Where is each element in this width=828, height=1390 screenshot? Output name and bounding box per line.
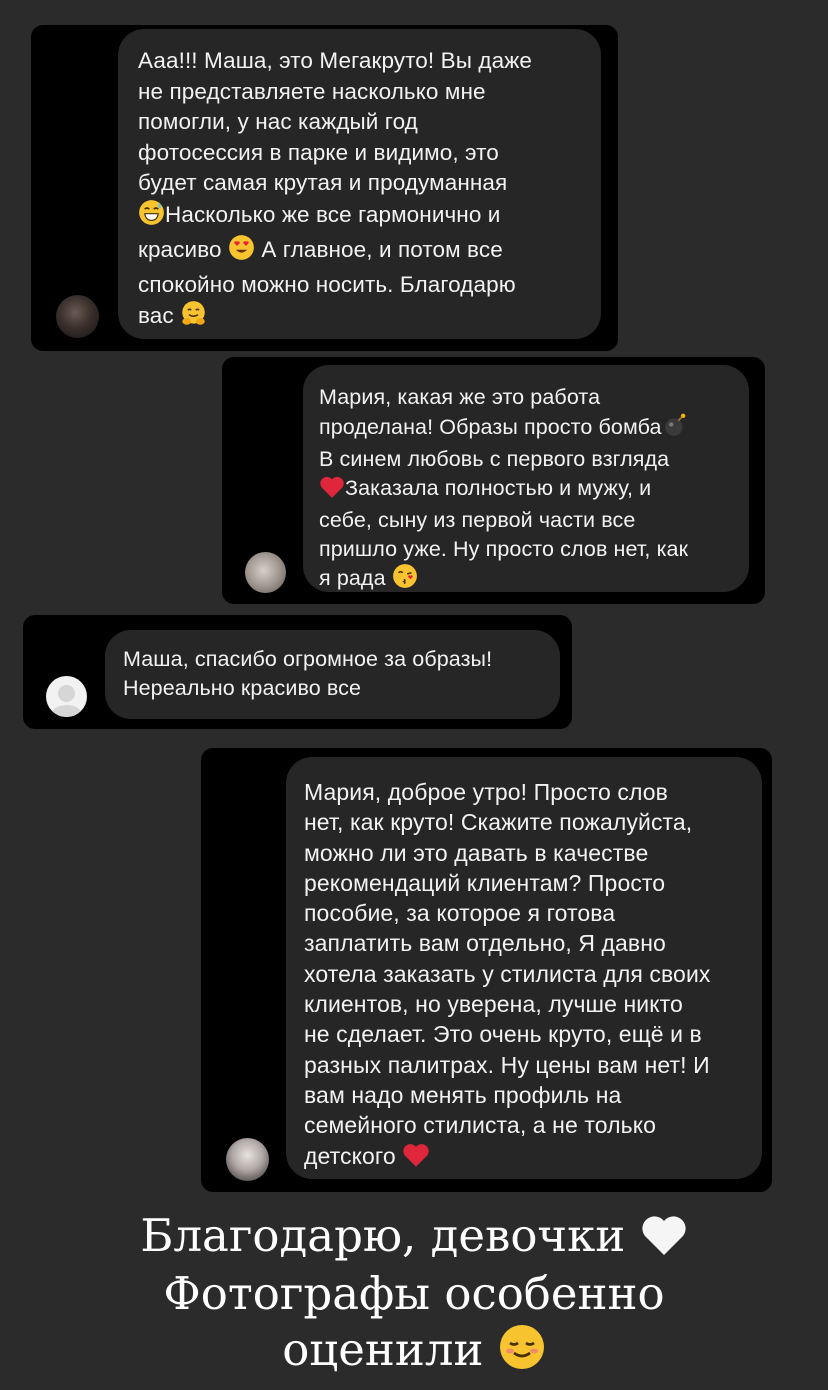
- message-text-line: не представляете насколько мне: [138, 78, 486, 104]
- bomb-emoji: [662, 412, 688, 446]
- story-caption-line-1: Благодарю, девочки: [0, 1208, 828, 1270]
- message-bubble: Мария, какая же это работа проделана! Об…: [303, 365, 749, 592]
- message-text-line: Маша, спасибо огромное за образы!: [123, 647, 493, 671]
- message-text-line: можно ли это давать в качестве: [304, 839, 649, 866]
- story-caption-line-2: Фотографы особенно: [0, 1266, 828, 1322]
- story-caption-line-3: оценили: [0, 1322, 828, 1384]
- message-text-line: Нереально красиво все: [123, 676, 362, 700]
- red-heart-emoji: [319, 475, 345, 507]
- sender-avatar: [56, 295, 99, 338]
- message-text-line: спокойно можно носить. Благодарю: [138, 271, 516, 297]
- message-screenshot-2: Мария, какая же это работа проделана! Об…: [222, 357, 765, 604]
- message-text-line: Мария, доброе утро! Просто слов: [304, 779, 668, 805]
- caption-text: Фотографы особенно: [163, 1267, 665, 1320]
- message-text-line: проделана! Образы просто бомба: [319, 414, 662, 439]
- message-bubble: Маша, спасибо огромное за образы! Нереал…: [105, 630, 560, 719]
- red-heart-emoji: [402, 1142, 430, 1175]
- sender-avatar: [226, 1138, 269, 1181]
- kiss-emoji: [392, 563, 418, 597]
- sender-avatar: [245, 552, 286, 593]
- message-text-line: не сделает. Это очень круто, ещё и в: [304, 1021, 702, 1048]
- caption-text: Благодарю, девочки: [140, 1209, 626, 1262]
- caption-text: оценили: [282, 1323, 484, 1376]
- message-bubble: Ааа!!! Маша, это Мегакруто! Вы даже не п…: [118, 29, 601, 339]
- message-text-line: пособие, за которое я готова: [304, 900, 616, 927]
- sender-avatar: [46, 676, 87, 717]
- message-text-line: нет, как круто! Скажите пожалуйста,: [304, 809, 693, 836]
- message-text-line: будет самая крутая и продуманная: [138, 170, 508, 195]
- message-screenshot-1: Ааа!!! Маша, это Мегакруто! Вы даже не п…: [31, 25, 618, 351]
- message-text-line: рекомендаций клиентам? Просто: [304, 869, 666, 896]
- message-bubble: Мария, доброе утро! Просто слов нет, как…: [286, 757, 762, 1179]
- message-text-line: А главное, и потом все: [261, 237, 503, 262]
- white-heart-emoji: [640, 1213, 688, 1270]
- message-text-line: хотела заказать у стилиста для своих: [304, 960, 711, 987]
- message-text-line: вам надо менять профиль на: [304, 1081, 622, 1108]
- message-text-line: разных палитрах. Ну цены вам нет! И: [304, 1051, 710, 1078]
- message-text-line: В синем любовь с первого взгляда: [319, 447, 670, 471]
- message-text-line: Насколько же все гармонично и: [165, 201, 501, 227]
- message-text-line: клиентов, но уверена, лучше никто: [304, 991, 683, 1018]
- message-text-line: красиво: [138, 237, 222, 262]
- message-text-line: Мария, какая же это работа: [319, 385, 601, 409]
- message-text-line: вас: [138, 303, 174, 328]
- sweat-smile-emoji: [138, 199, 165, 235]
- smiling-face-emoji: [498, 1323, 546, 1384]
- message-screenshot-3: Маша, спасибо огромное за образы! Нереал…: [23, 615, 572, 729]
- message-text-line: заплатить вам отдельно, Я давно: [304, 930, 666, 957]
- message-text-line: себе, сыну из первой части все: [319, 508, 636, 532]
- message-text-line: я рада: [319, 566, 386, 590]
- message-text-line: детского: [304, 1142, 396, 1169]
- message-text-line: Ааа!!! Маша, это Мегакруто! Вы даже: [138, 48, 532, 73]
- message-text-line: пришло уже. Ну просто слов нет, как: [319, 536, 689, 561]
- message-text-line: Заказала полностью и мужу, и: [345, 475, 652, 500]
- message-text-line: фотосессия в парке и видимо, это: [138, 139, 499, 165]
- message-text-line: семейного стилиста, а не только: [304, 1112, 657, 1139]
- heart-eyes-emoji: [228, 234, 255, 270]
- hug-emoji: [180, 300, 207, 336]
- message-text-line: помогли, у нас каждый год: [138, 109, 418, 134]
- message-screenshot-4: Мария, доброе утро! Просто слов нет, как…: [201, 748, 772, 1192]
